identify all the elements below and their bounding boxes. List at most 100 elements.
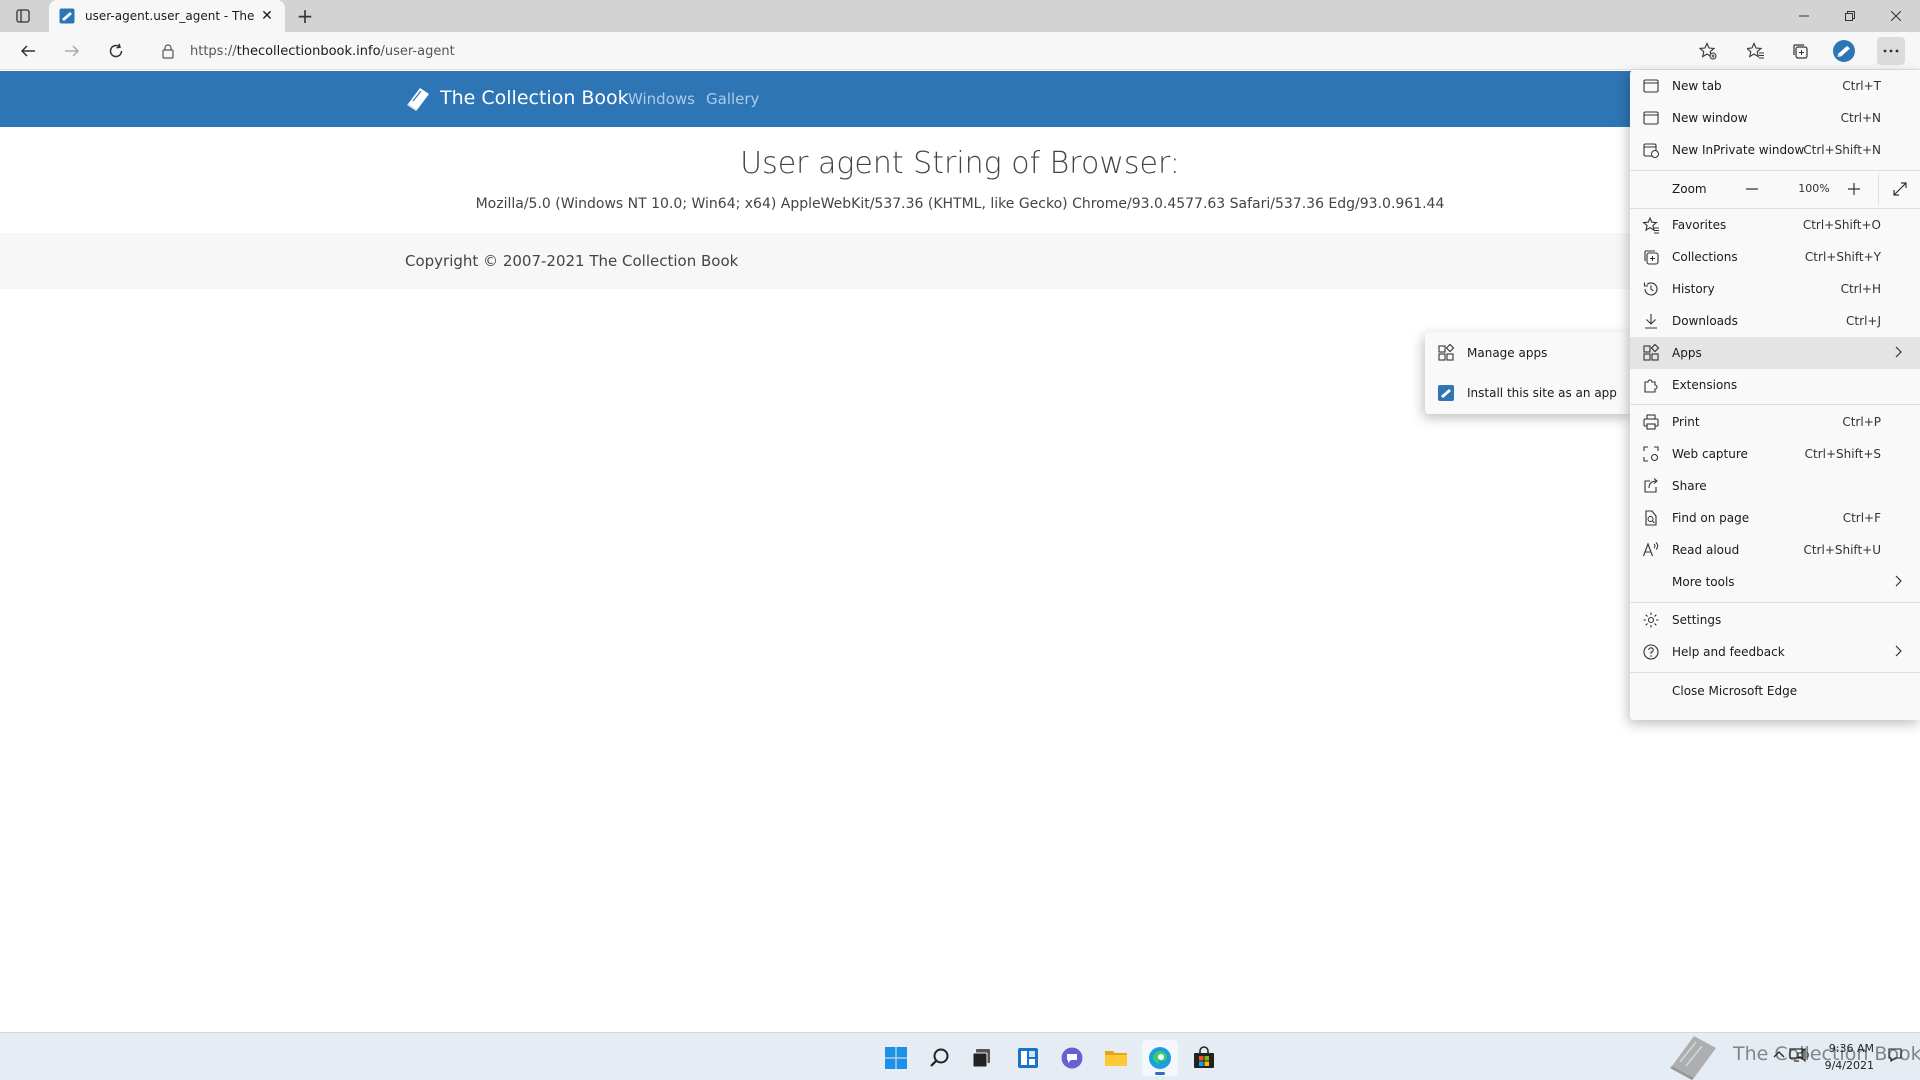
find-on-page-label: Find on page	[1672, 511, 1750, 525]
menu-item-help-and-feedback[interactable]: Help and feedback	[1630, 636, 1920, 668]
refresh-button[interactable]	[102, 37, 130, 65]
full-screen-button[interactable]	[1882, 173, 1918, 205]
close-window-button[interactable]	[1873, 0, 1919, 32]
favorites-button[interactable]	[1742, 37, 1770, 65]
add-favorite-button[interactable]	[1694, 37, 1722, 65]
menu-item-new-inprivate-window[interactable]: New InPrivate window Ctrl+Shift+N	[1630, 134, 1920, 166]
menu-item-apps[interactable]: Apps	[1630, 337, 1920, 369]
close-edge-label: Close Microsoft Edge	[1672, 684, 1798, 698]
copyright-text: Copyright © 2007-2021 The Collection Boo…	[405, 252, 739, 270]
print-label: Print	[1672, 415, 1700, 429]
apps-submenu: Manage apps Install this site as an app	[1425, 332, 1632, 414]
downloads-label: Downloads	[1672, 314, 1738, 328]
more-dots-icon	[1883, 49, 1899, 53]
menu-item-new-window[interactable]: New window Ctrl+N	[1630, 102, 1920, 134]
tab-title: user-agent.user_agent - The Coll	[85, 9, 257, 23]
start-button[interactable]	[878, 1040, 914, 1076]
collection-book-extension-icon	[1833, 40, 1855, 62]
menu-item-history[interactable]: History Ctrl+H	[1630, 273, 1920, 305]
menu-item-settings[interactable]: Settings	[1630, 604, 1920, 636]
menu-item-extensions[interactable]: Extensions	[1630, 369, 1920, 401]
collections-menu-icon	[1644, 250, 1659, 265]
nav-link-gallery[interactable]: Gallery	[706, 90, 759, 108]
title-bar: user-agent.user_agent - The Coll ✕ +	[0, 0, 1920, 32]
menu-separator	[1630, 170, 1920, 171]
forward-arrow-icon	[65, 45, 80, 57]
menu-item-web-capture[interactable]: Web capture Ctrl+Shift+S	[1630, 438, 1920, 470]
hidden-tray-placeholder	[1768, 1046, 1786, 1064]
menu-item-collections[interactable]: Collections Ctrl+Shift+Y	[1630, 241, 1920, 273]
task-view-button[interactable]	[964, 1040, 1000, 1076]
address-bar[interactable]: https://thecollectionbook.info/user-agen…	[144, 36, 1714, 66]
search-button[interactable]	[922, 1040, 958, 1076]
clock-time: 9:36 AM	[1828, 1042, 1874, 1055]
restore-button[interactable]	[1827, 0, 1873, 32]
manage-apps-item[interactable]: Manage apps	[1425, 336, 1632, 370]
store-button[interactable]	[1186, 1040, 1222, 1076]
taskbar	[0, 1032, 1920, 1080]
print-shortcut: Ctrl+P	[1842, 415, 1881, 429]
favorites-shortcut: Ctrl+Shift+O	[1802, 218, 1881, 232]
lock-icon[interactable]	[160, 43, 176, 59]
more-tools-label: More tools	[1672, 575, 1735, 589]
extensions-label: Extensions	[1672, 378, 1738, 392]
menu-separator	[1630, 602, 1920, 603]
menu-item-more-tools[interactable]: More tools	[1630, 566, 1920, 598]
new-tab-button[interactable]: +	[292, 4, 318, 28]
teams-chat-button[interactable]	[1054, 1040, 1090, 1076]
read-aloud-label: Read aloud	[1672, 543, 1740, 557]
minus-icon	[1746, 188, 1758, 190]
favorites-label: Favorites	[1672, 218, 1727, 232]
find-on-page-shortcut: Ctrl+F	[1842, 511, 1881, 525]
new-window-shortcut: Ctrl+N	[1840, 111, 1881, 125]
zoom-in-button[interactable]	[1836, 173, 1872, 205]
site-brand-link[interactable]: The Collection Book	[404, 84, 629, 112]
edge-taskbar-button[interactable]	[1142, 1040, 1178, 1076]
menu-item-share[interactable]: Share	[1630, 470, 1920, 502]
zoom-out-button[interactable]	[1734, 173, 1770, 205]
widgets-icon	[1018, 1048, 1038, 1068]
new-window-label: New window	[1672, 111, 1748, 125]
minimize-button[interactable]	[1781, 0, 1827, 32]
extension-button[interactable]	[1830, 37, 1858, 65]
settings-and-more-button[interactable]	[1877, 37, 1905, 65]
new-tab-shortcut: Ctrl+T	[1842, 79, 1881, 93]
minimize-icon	[1799, 15, 1809, 17]
tab-actions-menu-button[interactable]	[10, 4, 36, 28]
forward-button[interactable]	[58, 37, 86, 65]
menu-item-close-edge[interactable]: Close Microsoft Edge	[1630, 675, 1920, 707]
collections-button[interactable]	[1786, 37, 1814, 65]
back-button[interactable]	[14, 37, 42, 65]
collection-book-favicon	[59, 8, 75, 24]
printer-icon	[1643, 414, 1659, 430]
tab-close-button[interactable]: ✕	[257, 6, 277, 26]
menu-item-favorites[interactable]: Favorites Ctrl+Shift+O	[1630, 209, 1920, 241]
read-aloud-icon	[1642, 542, 1659, 557]
watermark-book-logo	[1670, 1036, 1716, 1080]
menu-item-find-on-page[interactable]: Find on page Ctrl+F	[1630, 502, 1920, 534]
favorites-menu-icon	[1642, 216, 1659, 234]
apps-icon	[1643, 344, 1660, 361]
gear-icon	[1643, 612, 1659, 628]
help-label: Help and feedback	[1672, 645, 1785, 659]
settings-and-more-menu: New tab Ctrl+T New window Ctrl+N New InP…	[1630, 70, 1920, 720]
menu-item-print[interactable]: Print Ctrl+P	[1630, 406, 1920, 438]
widgets-button[interactable]	[1010, 1040, 1046, 1076]
nav-link-windows[interactable]: Windows	[628, 90, 695, 108]
book-logo-icon	[407, 88, 429, 111]
new-tab-label: New tab	[1672, 79, 1722, 93]
menu-item-downloads[interactable]: Downloads Ctrl+J	[1630, 305, 1920, 337]
refresh-icon	[109, 43, 123, 58]
file-explorer-button[interactable]	[1098, 1040, 1134, 1076]
menu-item-new-tab[interactable]: New tab Ctrl+T	[1630, 70, 1920, 102]
browser-tab-active[interactable]: user-agent.user_agent - The Coll ✕	[49, 0, 285, 32]
notification-icon[interactable]	[1886, 1046, 1904, 1064]
install-site-as-app-item[interactable]: Install this site as an app	[1425, 376, 1632, 410]
puzzle-icon	[1644, 379, 1658, 393]
taskbar-clock[interactable]: 9:36 AM 9/4/2021	[1808, 1040, 1874, 1074]
menu-item-read-aloud[interactable]: Read aloud Ctrl+Shift+U	[1630, 534, 1920, 566]
plus-icon	[1848, 183, 1860, 195]
settings-label: Settings	[1672, 613, 1722, 627]
web-capture-icon	[1643, 446, 1659, 462]
collections-label: Collections	[1672, 250, 1738, 264]
